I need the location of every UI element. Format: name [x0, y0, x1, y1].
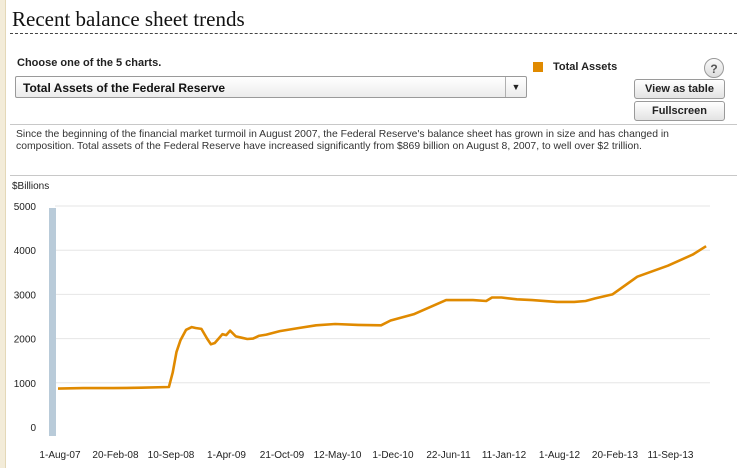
- x-tick-label: 20-Feb-13: [592, 450, 639, 461]
- x-axis-ticks: 1-Aug-07 20-Feb-08 10-Sep-08 1-Apr-09 21-Oct…: [39, 450, 693, 461]
- grid-lines: [55, 205, 710, 428]
- y-axis-ticks: 0 1000 2000 3000 4000 5000: [14, 202, 37, 434]
- x-tick-label: 21-Oct-09: [260, 450, 305, 461]
- x-tick-label: 10-Sep-08: [148, 450, 195, 461]
- time-range-slider-handle[interactable]: [49, 208, 56, 436]
- y-tick-label: 5000: [14, 202, 37, 213]
- x-tick-label: 12-May-10: [314, 450, 362, 461]
- y-tick-label: 3000: [14, 290, 37, 301]
- x-tick-label: 22-Jun-11: [426, 450, 471, 461]
- x-tick-label: 11-Jan-12: [482, 450, 527, 461]
- total-assets-series-line: [57, 245, 707, 390]
- x-tick-label: 1-Aug-12: [539, 450, 581, 461]
- x-tick-label: 11-Sep-13: [648, 450, 694, 461]
- x-tick-label: 1-Aug-07: [39, 450, 81, 461]
- y-tick-label: 1000: [14, 379, 37, 390]
- y-tick-label: 4000: [14, 246, 37, 257]
- y-axis-unit-label: $Billions: [12, 181, 49, 192]
- y-tick-label: 2000: [14, 335, 37, 346]
- x-tick-label: 1-Apr-09: [207, 450, 246, 461]
- x-tick-label: 1-Dec-10: [372, 450, 414, 461]
- y-tick-label: 0: [30, 423, 36, 434]
- total-assets-line-chart: $Billions 0 1000 2000 3000 4000 5000 1-Aug-07…: [12, 181, 710, 461]
- x-tick-label: 20-Feb-08: [92, 450, 139, 461]
